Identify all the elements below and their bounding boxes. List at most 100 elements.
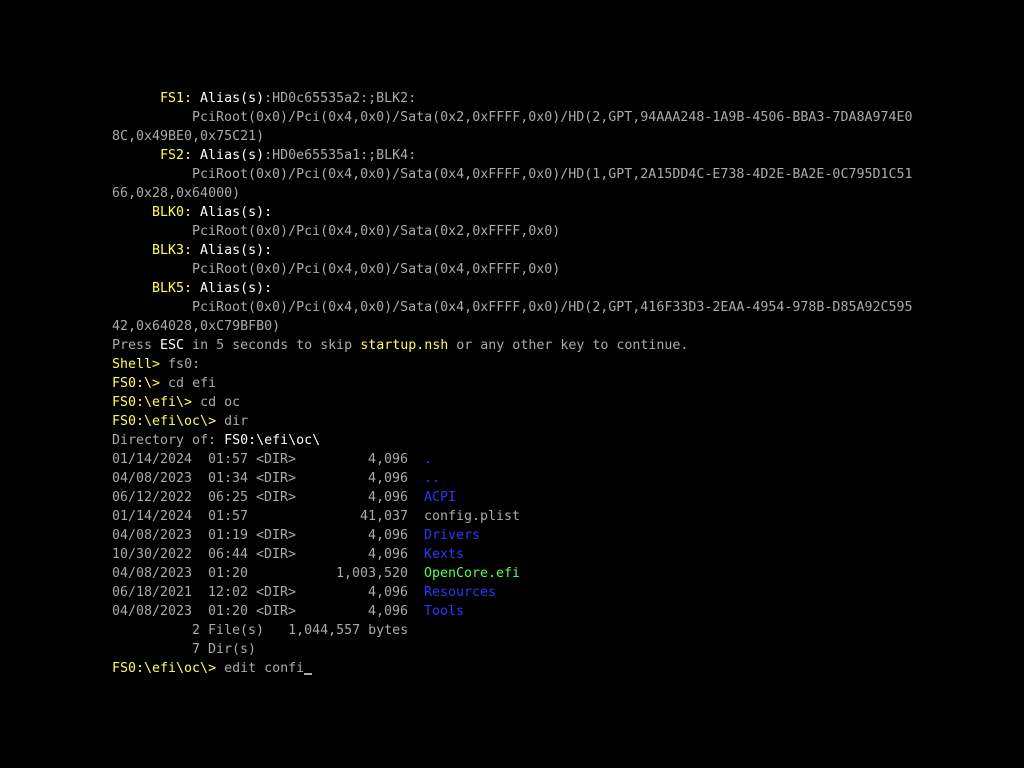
blk0-path-line-1: PciRoot(0x0)/Pci(0x4,0x0)/Sata(0x2,0xFFF… xyxy=(192,224,561,239)
fs1-alias-value: :HD0c65535a2:;BLK2: xyxy=(264,91,417,106)
entry-date: 06/12/2022 xyxy=(112,490,193,505)
directory-entry-row: 04/08/2023 01:34 <DIR> 4,096.. xyxy=(0,469,1024,488)
startup-script-name: startup.nsh xyxy=(360,338,449,353)
entry-date: 04/08/2023 xyxy=(112,566,193,581)
directory-header: Directory of: FS0:\efi\oc\ xyxy=(112,431,320,450)
entry-date: 06/18/2021 xyxy=(112,585,193,600)
current-command-line[interactable]: FS0:\efi\oc\> edit confi xyxy=(112,659,313,678)
entry-name: Resources xyxy=(424,585,497,600)
command-prompt: FS0:\efi\> xyxy=(112,395,193,410)
entry-date: 01/14/2024 xyxy=(112,452,193,467)
fs1-alias-line: FS1: Alias(s):HD0c65535a2:;BLK2: xyxy=(160,89,416,108)
dirs-summary: 7 Dir(s) xyxy=(192,642,257,657)
blk3-path-line-1: PciRoot(0x0)/Pci(0x4,0x0)/Sata(0x4,0xFFF… xyxy=(192,262,561,277)
entry-name: config.plist xyxy=(424,509,521,524)
directory-entry-row: 04/08/2023 01:19 <DIR> 4,096 Drivers xyxy=(0,526,1024,545)
uefi-shell-screen[interactable]: FS1: Alias(s):HD0c65535a2:;BLK2: PciRoot… xyxy=(0,0,1024,768)
entry-date: 10/30/2022 xyxy=(112,547,193,562)
directory-entry-row: 10/30/2022 06:44 <DIR> 4,096 Kexts xyxy=(0,545,1024,564)
directory-entry-row: 01/14/2024 01:57 41,037 config.plist xyxy=(0,507,1024,526)
fs2-name: FS2: xyxy=(160,148,193,163)
blk5-path-line-1: PciRoot(0x0)/Pci(0x4,0x0)/Sata(0x4,0xFFF… xyxy=(192,300,913,315)
command-text: cd efi xyxy=(160,376,217,391)
blk3-alias-label: Alias(s) xyxy=(200,243,265,258)
directory-entry-row: 06/18/2021 12:02 <DIR> 4,096 Resources xyxy=(0,583,1024,602)
blk5-path-line-2: 42,0x64028,0xC79BFB0) xyxy=(112,319,281,334)
startup-text-3: or any other key to continue. xyxy=(448,338,689,353)
entry-date: 04/08/2023 xyxy=(112,528,193,543)
entry-time: 01:19 xyxy=(208,528,249,543)
blk5-alias-value: : xyxy=(264,281,273,296)
fs2-path-line-2: 66,0x28,0x64000) xyxy=(112,186,241,201)
entry-type: <DIR> xyxy=(256,604,297,619)
directory-entry-row: 01/14/2024 01:57 <DIR> 4,096. xyxy=(0,450,1024,469)
entry-size: 4,096 xyxy=(367,528,408,543)
entry-size: 41,037 xyxy=(359,509,408,524)
entry-name: Tools xyxy=(424,604,465,619)
entry-type: <DIR> xyxy=(256,452,297,467)
fs1-alias-label: Alias(s) xyxy=(200,91,265,106)
entry-type: <DIR> xyxy=(256,471,297,486)
directory-label: Directory of: xyxy=(112,433,225,448)
text-cursor xyxy=(304,673,313,675)
blk5-alias-line: BLK5: Alias(s): xyxy=(152,279,272,298)
blk0-alias-label: Alias(s) xyxy=(200,205,265,220)
fs1-path-line-2: 8C,0x49BE0,0x75C21) xyxy=(112,129,265,144)
fs2-alias-value: :HD0e65535a1:;BLK4: xyxy=(264,148,417,163)
entry-name: . xyxy=(424,452,433,467)
entry-time: 01:34 xyxy=(208,471,249,486)
entry-size: 4,096 xyxy=(367,490,408,505)
command-line: Shell> fs0: xyxy=(112,355,200,374)
command-text: cd oc xyxy=(192,395,241,410)
entry-name: ACPI xyxy=(424,490,457,505)
entry-size: 4,096 xyxy=(367,604,408,619)
startup-text-2: in 5 seconds to skip xyxy=(184,338,361,353)
entry-time: 01:20 xyxy=(208,566,249,581)
entry-size: 4,096 xyxy=(367,585,408,600)
entry-date: 04/08/2023 xyxy=(112,604,193,619)
blk3-alias-line: BLK3: Alias(s): xyxy=(152,241,272,260)
files-summary: 2 File(s) 1,044,557 bytes xyxy=(192,623,409,638)
current-input[interactable]: edit confi xyxy=(216,661,304,676)
entry-size: 1,003,520 xyxy=(335,566,408,581)
startup-esc-key: ESC xyxy=(160,338,185,353)
startup-message: Press ESC in 5 seconds to skip startup.n… xyxy=(112,336,688,355)
directory-entry-row: 04/08/2023 01:20 1,003,520 OpenCore.efi xyxy=(0,564,1024,583)
entry-time: 12:02 xyxy=(208,585,249,600)
entry-size: 4,096 xyxy=(367,471,408,486)
command-line: FS0:\efi\> cd oc xyxy=(112,393,240,412)
blk0-name: BLK0: xyxy=(152,205,193,220)
command-prompt: FS0:\> xyxy=(112,376,161,391)
entry-time: 01:57 xyxy=(208,509,249,524)
directory-entry-row: 06/12/2022 06:25 <DIR> 4,096 ACPI xyxy=(0,488,1024,507)
entry-date: 01/14/2024 xyxy=(112,509,193,524)
entry-size: 4,096 xyxy=(367,452,408,467)
directory-path: FS0:\efi\oc\ xyxy=(224,433,321,448)
command-line: FS0:\efi\oc\> dir xyxy=(112,412,248,431)
blk3-alias-value: : xyxy=(264,243,273,258)
fs1-name: FS1: xyxy=(160,91,193,106)
command-line: FS0:\> cd efi xyxy=(112,374,216,393)
blk5-name: BLK5: xyxy=(152,281,193,296)
fs1-path-line-1: PciRoot(0x0)/Pci(0x4,0x0)/Sata(0x2,0xFFF… xyxy=(192,110,913,125)
fs2-alias-line: FS2: Alias(s):HD0e65535a1:;BLK4: xyxy=(160,146,416,165)
current-prompt: FS0:\efi\oc\> xyxy=(112,661,217,676)
command-prompt: Shell> xyxy=(112,357,161,372)
entry-size: 4,096 xyxy=(367,547,408,562)
entry-time: 06:44 xyxy=(208,547,249,562)
entry-time: 06:25 xyxy=(208,490,249,505)
fs2-path-line-1: PciRoot(0x0)/Pci(0x4,0x0)/Sata(0x4,0xFFF… xyxy=(192,167,913,182)
directory-entry-row: 04/08/2023 01:20 <DIR> 4,096 Tools xyxy=(0,602,1024,621)
startup-text-1: Press xyxy=(112,338,161,353)
entry-name: .. xyxy=(424,471,441,486)
command-prompt: FS0:\efi\oc\> xyxy=(112,414,217,429)
entry-type: <DIR> xyxy=(256,585,297,600)
blk3-name: BLK3: xyxy=(152,243,193,258)
command-text: dir xyxy=(216,414,249,429)
entry-time: 01:57 xyxy=(208,452,249,467)
entry-type: <DIR> xyxy=(256,490,297,505)
fs2-alias-label: Alias(s) xyxy=(200,148,265,163)
command-text: fs0: xyxy=(160,357,201,372)
entry-name: Kexts xyxy=(424,547,465,562)
blk5-alias-label: Alias(s) xyxy=(200,281,265,296)
